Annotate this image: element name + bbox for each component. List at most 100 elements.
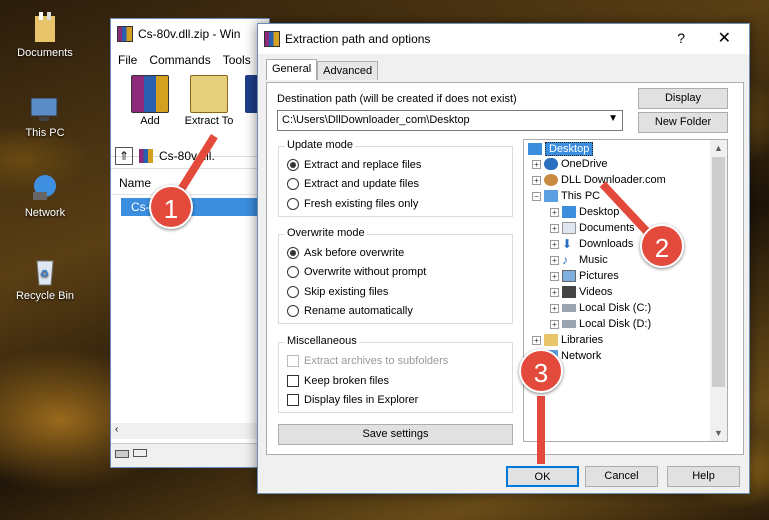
scroll-left-icon: ‹ <box>115 424 119 435</box>
add-archive-icon <box>131 75 169 113</box>
winrar-titlebar[interactable]: Cs-80v.dll.zip - Win <box>111 19 269 49</box>
winrar-window: Cs-80v.dll.zip - Win File Commands Tools… <box>110 18 270 468</box>
up-folder-icon[interactable]: ⇑ <box>115 146 133 165</box>
radio-overwrite-without-prompt[interactable]: Overwrite without prompt <box>287 266 426 278</box>
update-mode-title: Update mode <box>285 139 356 151</box>
checkbox-icon <box>287 375 299 387</box>
tree-item-videos[interactable]: + Videos <box>550 286 612 298</box>
radio-extract-update[interactable]: Extract and update files <box>287 178 419 190</box>
tree-item-onedrive[interactable]: + OneDrive <box>532 158 607 170</box>
option-label: Extract and update files <box>304 178 419 190</box>
expand-icon[interactable]: + <box>550 239 559 249</box>
chevron-down-icon[interactable]: ▼ <box>608 113 618 124</box>
menu-file[interactable]: File <box>118 53 137 67</box>
scroll-up-icon[interactable]: ▲ <box>714 143 723 153</box>
ok-button[interactable]: OK <box>506 466 579 487</box>
radio-checked-icon <box>287 247 299 259</box>
menu-commands[interactable]: Commands <box>149 53 210 67</box>
file-row[interactable]: Cs-80v.dll <box>121 198 269 216</box>
menu-tools[interactable]: Tools <box>223 53 251 67</box>
general-tab-panel: Destination path (will be created if doe… <box>266 82 744 455</box>
dialog-titlebar[interactable]: Extraction path and options ? ✕ <box>258 24 749 54</box>
expand-icon[interactable]: + <box>550 287 559 297</box>
cancel-button[interactable]: Cancel <box>585 466 658 487</box>
radio-fresh-existing[interactable]: Fresh existing files only <box>287 198 418 210</box>
check-display-in-explorer[interactable]: Display files in Explorer <box>287 394 418 406</box>
option-label: Extract archives to subfolders <box>304 355 449 367</box>
add-button[interactable]: Add <box>121 75 179 127</box>
radio-rename-automatically[interactable]: Rename automatically <box>287 305 413 317</box>
radio-ask-before-overwrite[interactable]: Ask before overwrite <box>287 247 404 259</box>
folder-icon <box>29 12 61 44</box>
tree-vertical-scrollbar[interactable]: ▲ ▼ <box>710 140 727 441</box>
check-keep-broken-files[interactable]: Keep broken files <box>287 375 389 387</box>
tree-item-libraries[interactable]: + Libraries <box>532 334 603 346</box>
computer-icon <box>29 92 61 124</box>
display-button[interactable]: Display <box>638 88 728 109</box>
desktop-icon-recycle-bin[interactable]: ♻ Recycle Bin <box>10 255 80 302</box>
help-button[interactable]: Help <box>667 466 740 487</box>
expand-icon[interactable]: + <box>550 303 559 313</box>
radio-skip-existing[interactable]: Skip existing files <box>287 286 388 298</box>
tree-item-user[interactable]: + DLL Downloader.com <box>532 174 666 186</box>
option-label: Ask before overwrite <box>304 247 405 259</box>
check-extract-to-subfolders: Extract archives to subfolders <box>287 355 448 367</box>
radio-icon <box>287 305 299 317</box>
drive-icon <box>115 450 129 458</box>
dialog-tabs: General Advanced <box>266 59 379 80</box>
desktop-icon-label: Network <box>24 207 66 219</box>
radio-icon <box>287 286 299 298</box>
tree-item-documents[interactable]: + Documents <box>550 222 635 234</box>
expand-icon[interactable]: + <box>550 319 559 329</box>
desktop-icon-network[interactable]: Network <box>10 172 80 219</box>
tree-item-local-disk-c[interactable]: + Local Disk (C:) <box>550 302 651 314</box>
collapse-icon[interactable]: − <box>532 191 541 201</box>
annotation-marker-3: 3 <box>519 349 563 393</box>
extract-to-icon <box>190 75 228 113</box>
tree-item-pc-desktop[interactable]: + Desktop <box>550 206 619 218</box>
new-folder-button[interactable]: New Folder <box>638 112 728 133</box>
overwrite-mode-title: Overwrite mode <box>285 227 367 239</box>
save-settings-button[interactable]: Save settings <box>278 424 513 445</box>
tree-item-music[interactable]: + ♪ Music <box>550 254 608 266</box>
libraries-icon <box>544 334 558 346</box>
expand-icon[interactable]: + <box>532 335 541 345</box>
folder-tree[interactable]: Desktop + OneDrive + DLL Downloader.com − T… <box>523 139 728 442</box>
tree-item-pictures[interactable]: + Pictures <box>550 270 619 282</box>
help-title-button[interactable]: ? <box>677 30 685 46</box>
winrar-menubar: File Commands Tools <box>111 49 269 71</box>
tree-item-this-pc[interactable]: − This PC <box>532 190 600 202</box>
winrar-icon <box>264 31 280 47</box>
overwrite-mode-group: Overwrite mode Ask before overwrite Over… <box>278 227 513 324</box>
tree-item-desktop[interactable]: Desktop <box>528 142 594 156</box>
desktop-icon-this-pc[interactable]: This PC <box>10 92 80 139</box>
checkbox-icon <box>287 394 299 406</box>
tab-advanced[interactable]: Advanced <box>317 61 379 80</box>
radio-extract-replace[interactable]: Extract and replace files <box>287 159 421 171</box>
expand-icon[interactable]: + <box>532 159 541 169</box>
destination-path-label: Destination path (will be created if doe… <box>277 93 517 105</box>
expand-icon[interactable]: + <box>550 207 559 217</box>
scroll-thumb[interactable] <box>712 157 725 387</box>
expand-icon[interactable]: + <box>532 175 541 185</box>
document-icon <box>562 222 576 234</box>
extract-to-button[interactable]: Extract To <box>179 75 239 127</box>
expand-icon[interactable]: + <box>550 255 559 265</box>
tab-general[interactable]: General <box>266 59 318 80</box>
tree-item-local-disk-d[interactable]: + Local Disk (D:) <box>550 318 651 330</box>
expand-icon[interactable]: + <box>550 223 559 233</box>
download-icon: ⬇ <box>562 237 573 251</box>
svg-text:♻: ♻ <box>40 269 49 280</box>
radio-checked-icon <box>287 159 299 171</box>
expand-icon[interactable]: + <box>550 271 559 281</box>
desktop-icon-documents[interactable]: Documents <box>10 12 80 59</box>
close-icon[interactable]: ✕ <box>718 28 731 48</box>
option-label: Fresh existing files only <box>304 198 419 210</box>
option-label: Extract and replace files <box>304 159 422 171</box>
tree-item-downloads[interactable]: + ⬇ Downloads <box>550 238 633 250</box>
radio-icon <box>287 198 299 210</box>
monitor-icon <box>562 206 576 218</box>
horizontal-scrollbar[interactable]: ‹ <box>111 423 269 439</box>
destination-path-combo[interactable]: C:\Users\DllDownloader_com\Desktop ▼ <box>277 110 623 131</box>
scroll-down-icon[interactable]: ▼ <box>714 428 723 438</box>
